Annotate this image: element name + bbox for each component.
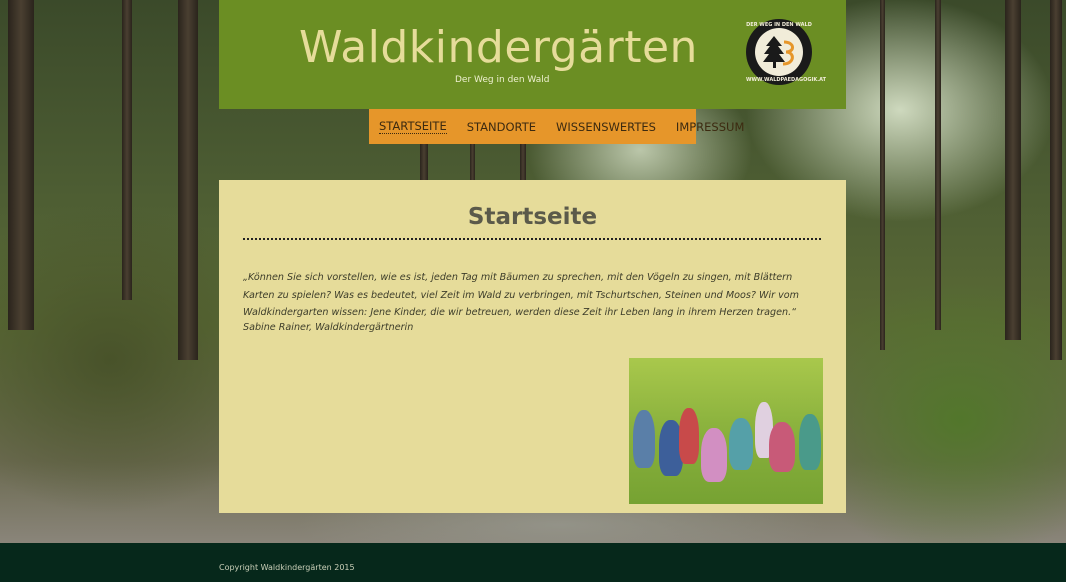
main-nav: STARTSEITE STANDORTE WISSENSWERTES IMPRE… [369,109,744,144]
logo-bottom-text: WWW.WALDPAEDAGOGIK.AT [746,77,827,83]
logo[interactable]: DER WEG IN DEN WALD WWW.WALDPAEDAGOGIK.A… [746,19,827,85]
content-panel: Startseite „Können Sie sich vorstellen, … [219,180,846,513]
copyright-text: Copyright Waldkindergärten 2015 [219,563,355,572]
nav-item-impressum[interactable]: IMPRESSUM [676,120,744,134]
nav-item-standorte[interactable]: STANDORTE [467,120,536,134]
site-subtitle: Der Weg in den Wald [455,75,550,85]
tree-trunk [1050,0,1062,360]
child-figure [633,410,655,468]
quote-author: Sabine Rainer, Waldkindergärtnerin [243,322,414,333]
page-title: Startseite [467,204,598,230]
tree-trunk [178,0,198,360]
child-figure [679,408,699,464]
child-figure [799,414,821,470]
site-title[interactable]: Waldkindergärten [299,22,698,73]
site-header: Waldkindergärten Der Weg in den Wald DER… [219,0,846,109]
site-footer: Copyright Waldkindergärten 2015 [0,543,1066,582]
tree-trunk [8,0,34,330]
child-figure [729,418,753,470]
quote-text: „Können Sie sich vorstellen, wie es ist,… [243,272,800,318]
logo-emblem [755,28,803,76]
child-figure [701,428,727,482]
nav-item-wissenswertes[interactable]: WISSENSWERTES [556,120,656,134]
tree-icon [763,36,794,68]
children-photo [629,358,823,504]
tree-trunk [122,0,132,300]
nav-item-startseite[interactable]: STARTSEITE [379,119,447,134]
title-divider [243,238,821,240]
tree-trunk [1005,0,1021,340]
tree-trunk [880,0,885,350]
child-figure [769,422,795,472]
tree-trunk [935,0,941,330]
